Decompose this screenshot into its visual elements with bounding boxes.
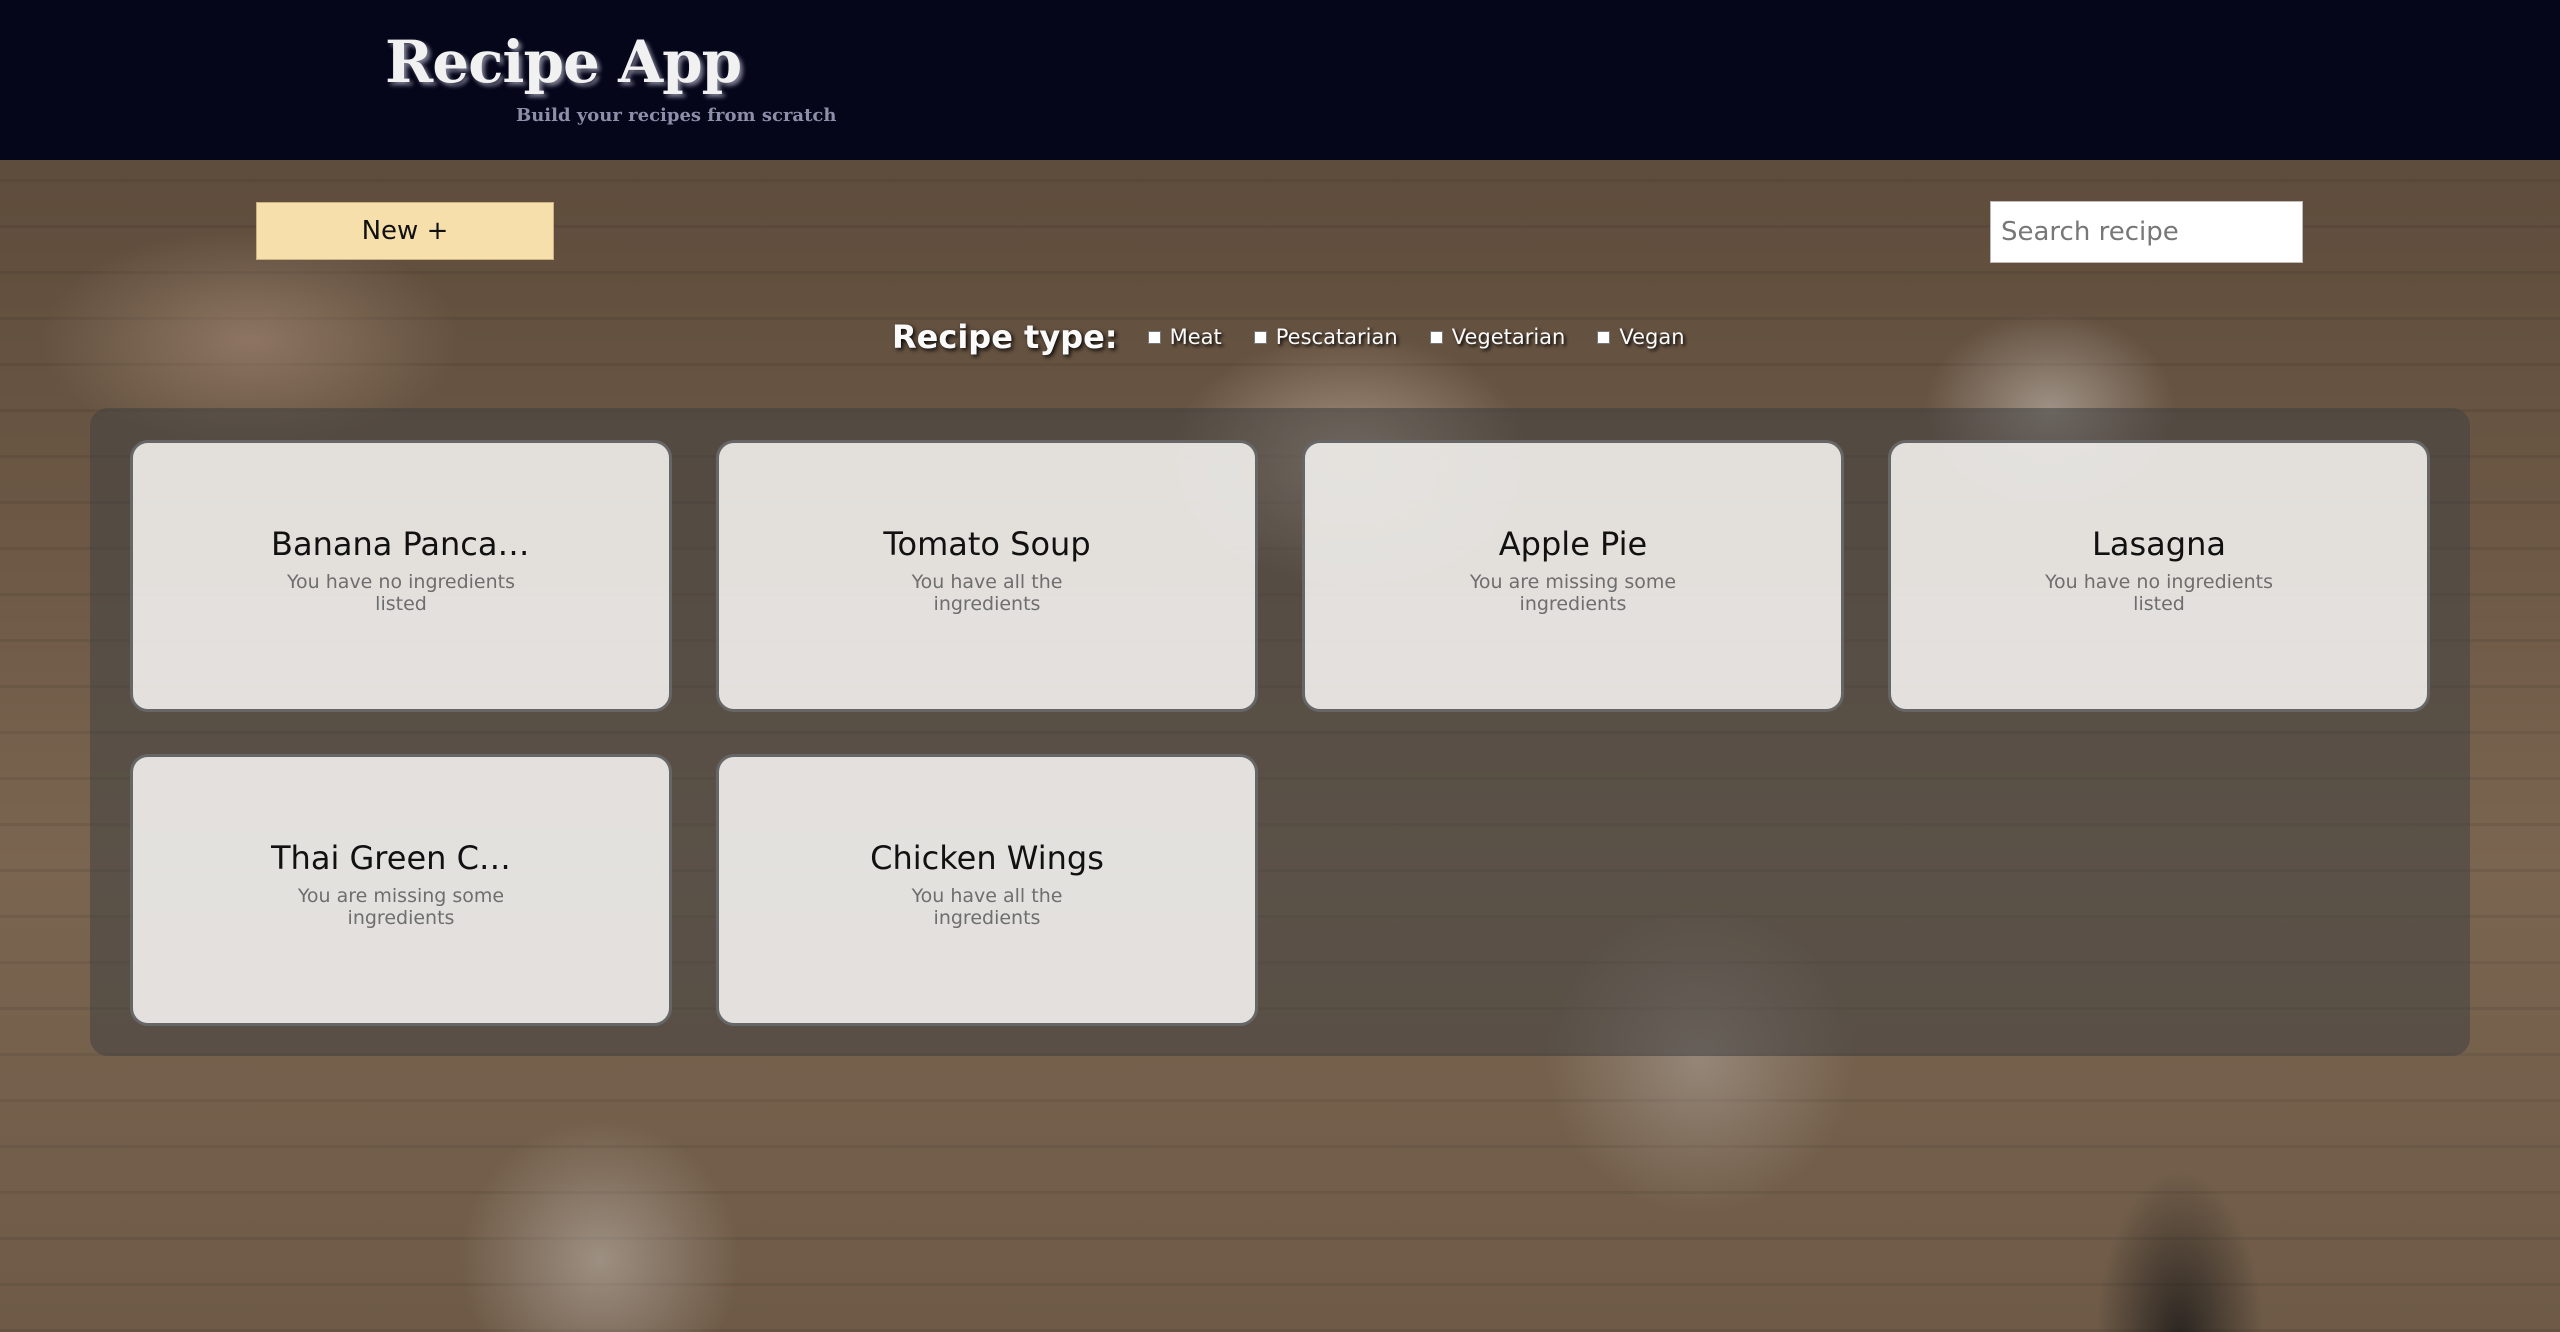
recipe-card-thai-green-curry[interactable]: Thai Green Curry You are missing some in… [130, 754, 672, 1026]
filter-option-label: Vegan [1619, 325, 1685, 349]
ingredient-status: You have all the ingredients [911, 885, 1063, 929]
recipe-card-lasagna[interactable]: Lasagna You have no ingredients listed [1888, 440, 2430, 712]
app-header: Recipe App Build your recipes from scrat… [0, 0, 2560, 160]
filter-option-label: Meat [1169, 325, 1222, 349]
recipe-title: Thai Green Curry [271, 839, 531, 877]
recipe-title: Lasagna [2092, 525, 2226, 563]
ingredient-status: You have all the ingredients [911, 571, 1063, 615]
search-input[interactable] [1990, 201, 2303, 263]
ingredient-status: You are missing some ingredients [297, 885, 505, 929]
recipe-title: Tomato Soup [883, 525, 1091, 563]
filter-option-meat[interactable]: Meat [1147, 325, 1222, 349]
filter-option-vegetarian[interactable]: Vegetarian [1429, 325, 1566, 349]
filter-option-pescatarian[interactable]: Pescatarian [1253, 325, 1398, 349]
filter-option-vegan[interactable]: Vegan [1597, 325, 1685, 349]
app-subtitle: Build your recipes from scratch [516, 105, 837, 126]
recipe-title: Chicken Wings [870, 839, 1104, 877]
recipe-type-label: Recipe type: [892, 318, 1118, 356]
ingredient-status: You have no ingredients listed [2044, 571, 2274, 615]
recipe-grid: Banana Pancakes You have no ingredients … [90, 408, 2470, 1056]
app-title: Recipe App [385, 28, 742, 96]
recipe-type-filter: Recipe type: Meat Pescatarian Vegetarian… [892, 314, 1717, 360]
pescatarian-checkbox[interactable] [1253, 330, 1267, 344]
filter-option-label: Vegetarian [1451, 325, 1566, 349]
vegan-checkbox[interactable] [1597, 330, 1611, 344]
meat-checkbox[interactable] [1147, 330, 1161, 344]
recipe-card-tomato-soup[interactable]: Tomato Soup You have all the ingredients [716, 440, 1258, 712]
vegetarian-checkbox[interactable] [1429, 330, 1443, 344]
recipe-card-banana-pancakes[interactable]: Banana Pancakes You have no ingredients … [130, 440, 672, 712]
recipe-title: Apple Pie [1498, 525, 1648, 563]
filter-option-label: Pescatarian [1275, 325, 1398, 349]
new-recipe-button[interactable]: New + [256, 202, 554, 260]
recipe-card-chicken-wings[interactable]: Chicken Wings You have all the ingredien… [716, 754, 1258, 1026]
ingredient-status: You have no ingredients listed [286, 571, 516, 615]
recipe-title: Banana Pancakes [271, 525, 531, 563]
recipe-card-apple-pie[interactable]: Apple Pie You are missing some ingredien… [1302, 440, 1844, 712]
ingredient-status: You are missing some ingredients [1469, 571, 1677, 615]
